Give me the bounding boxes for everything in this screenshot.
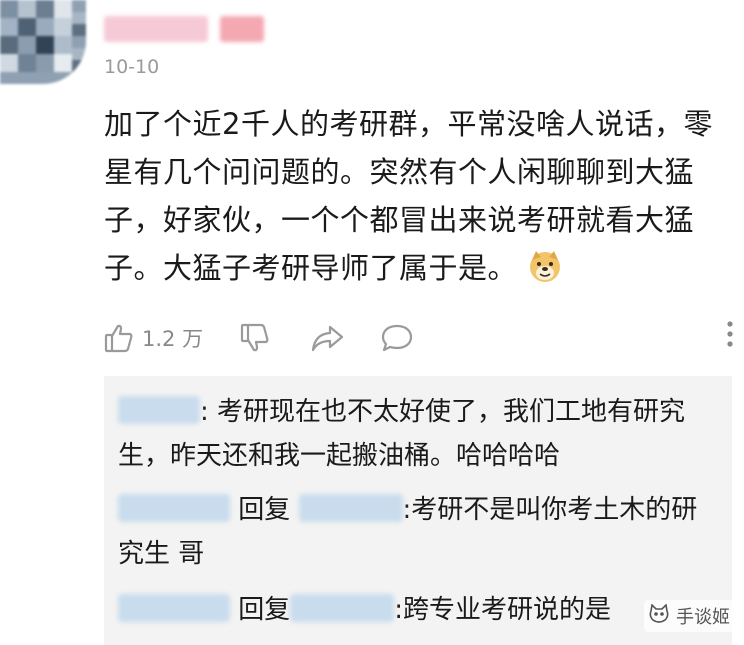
action-bar: 1.2 万 [104,318,734,358]
share-icon [310,323,344,353]
username-redacted [104,16,208,42]
thumbs-down-icon [240,322,270,354]
reply-text: :跨专业考研说的是 [394,595,612,625]
comment-icon [380,322,414,354]
like-button[interactable]: 1.2 万 [104,318,203,358]
reply-to-label: 回复 [238,495,291,525]
reply-item[interactable]: : 考研现在也不太好使了，我们工地有研究生，昨天还和我一起搬油桶。哈哈哈哈 [118,390,718,478]
level-badge-redacted [220,16,264,42]
thumbs-up-icon [104,322,134,354]
watermark: 手谈姬 [644,600,734,632]
avatar[interactable] [0,0,86,84]
reply-author-redacted[interactable] [118,594,230,622]
replies-box[interactable]: : 考研现在也不太好使了，我们工地有研究生，昨天还和我一起搬油桶。哈哈哈哈 回复… [104,376,732,645]
comment-text: 加了个近2千人的考研群，平常没啥人说话，零星有几个问问题的。突然有个人闲聊聊到大… [104,107,713,285]
reply-item[interactable]: 回复 :跨专业考研说的是 [118,588,718,632]
comment-timestamp: 10-10 [104,56,160,78]
reply-button[interactable] [380,318,414,358]
dislike-button[interactable] [240,318,270,358]
cat-face-icon [648,602,670,629]
share-button[interactable] [310,318,344,358]
like-count: 1.2 万 [142,327,204,351]
more-icon[interactable] [726,320,734,352]
reply-target-redacted[interactable] [290,594,395,622]
reply-author-redacted[interactable] [118,396,200,424]
doge-emoji-icon [527,248,563,284]
username-blurred[interactable] [104,14,264,44]
comment-body: 加了个近2千人的考研群，平常没啥人说话，零星有几个问问题的。突然有个人闲聊聊到大… [104,100,716,292]
comment-page: 10-10 加了个近2千人的考研群，平常没啥人说话，零星有几个问问题的。突然有个… [0,0,744,645]
reply-author-redacted[interactable] [118,494,230,522]
watermark-text: 手谈姬 [676,607,730,628]
reply-to-label: 回复 [238,595,291,625]
reply-target-redacted[interactable] [298,494,403,522]
reply-item[interactable]: 回复 :考研不是叫你考土木的研究生 哥 [118,488,718,576]
reply-text: : 考研现在也不太好使了，我们工地有研究生，昨天还和我一起搬油桶。哈哈哈哈 [118,397,686,471]
